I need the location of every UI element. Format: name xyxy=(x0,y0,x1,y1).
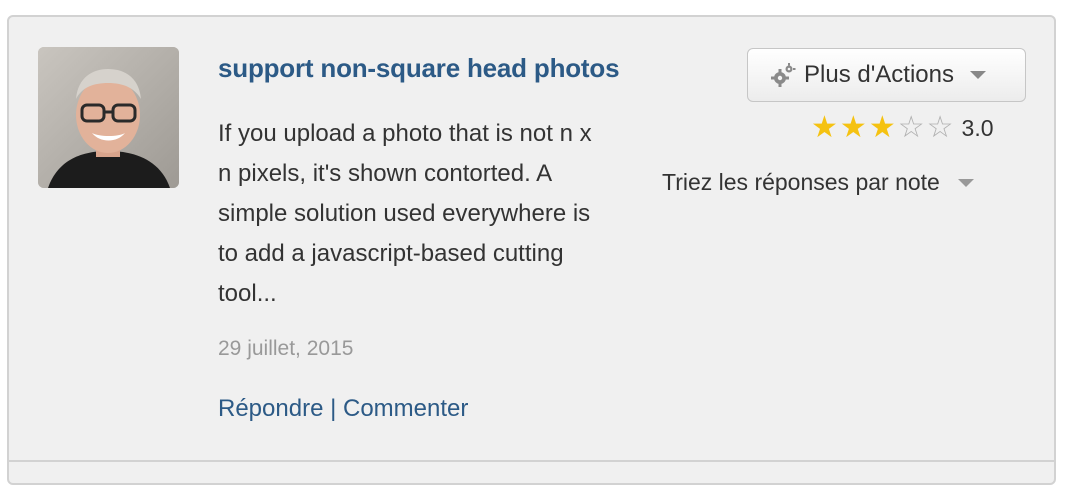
sort-dropdown[interactable]: Triez les réponses par note xyxy=(662,169,974,196)
more-actions-label: Plus d'Actions xyxy=(804,61,954,88)
post-body-line: If you upload a photo that is not n x xyxy=(218,120,592,147)
post-date: 29 juillet, 2015 xyxy=(218,337,354,360)
chevron-down-icon xyxy=(970,71,986,79)
reply-link[interactable]: Répondre xyxy=(218,395,323,422)
post-body-line: n pixels, it's shown contorted. A xyxy=(218,160,553,187)
post-title[interactable]: support non-square head photos xyxy=(218,53,620,84)
star-filled-icon[interactable]: ★ xyxy=(869,111,896,145)
post-body-line: tool... xyxy=(218,280,277,307)
rating: ★ ★ ★ ☆ ☆ 3.0 xyxy=(811,111,994,145)
rating-value: 3.0 xyxy=(961,114,994,141)
post-body-line: to add a javascript-based cutting xyxy=(218,240,564,267)
post-card: support non-square head photos If you up… xyxy=(7,15,1056,485)
sort-label: Triez les réponses par note xyxy=(662,169,940,195)
link-separator: | xyxy=(330,395,337,422)
star-empty-icon[interactable]: ☆ xyxy=(927,111,954,145)
post-body-line: simple solution used everywhere is xyxy=(218,200,591,227)
avatar-photo xyxy=(38,47,179,188)
star-empty-icon[interactable]: ☆ xyxy=(898,111,925,145)
gear-icon xyxy=(771,63,796,87)
divider xyxy=(9,460,1054,462)
post-links: Répondre | Commenter xyxy=(218,395,468,423)
chevron-down-icon xyxy=(957,178,974,187)
avatar[interactable] xyxy=(38,47,179,188)
post-body: If you upload a photo that is not n x n … xyxy=(218,114,658,314)
star-filled-icon[interactable]: ★ xyxy=(811,111,838,145)
star-filled-icon[interactable]: ★ xyxy=(840,111,867,145)
more-actions-button[interactable]: Plus d'Actions xyxy=(747,48,1026,102)
comment-link[interactable]: Commenter xyxy=(343,395,468,422)
